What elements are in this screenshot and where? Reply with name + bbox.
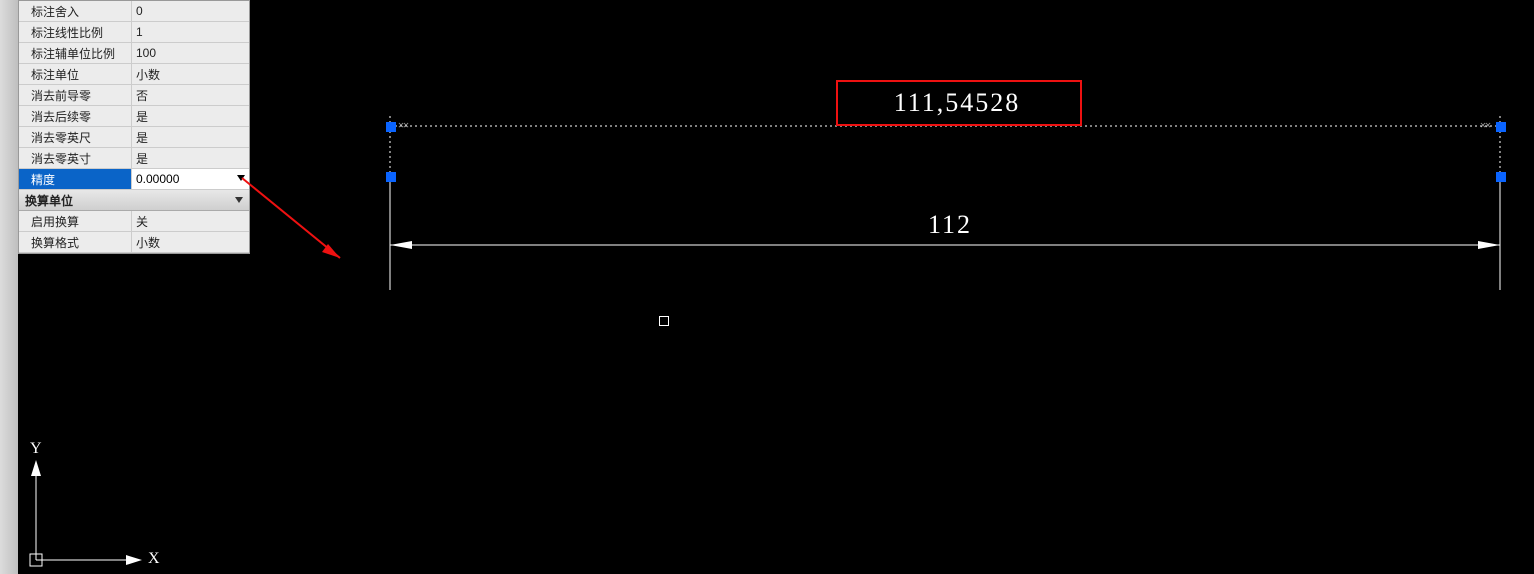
- prop-label: 消去零英尺: [19, 129, 131, 146]
- prop-label: 消去后续零: [19, 108, 131, 125]
- prop-row[interactable]: 消去后续零 是: [19, 106, 249, 127]
- prop-label: 标注舍入: [19, 3, 131, 20]
- prop-row[interactable]: 启用换算 关: [19, 211, 249, 232]
- dimension-text-1[interactable]: 111,54528: [840, 88, 1074, 118]
- prop-label: 标注辅单位比例: [19, 45, 131, 62]
- grip-handle[interactable]: [1496, 172, 1506, 182]
- axis-x-label: X: [148, 550, 160, 568]
- grip-marker: ✕✕: [1480, 120, 1490, 131]
- grip-handle[interactable]: [1496, 122, 1506, 132]
- precision-value: 0.00000: [136, 172, 179, 186]
- prop-row[interactable]: 消去零英尺 是: [19, 127, 249, 148]
- prop-label: 精度: [19, 171, 131, 188]
- prop-row[interactable]: 标注线性比例 1: [19, 22, 249, 43]
- prop-row-precision[interactable]: 精度 0.00000: [19, 169, 249, 190]
- prop-row[interactable]: 标注辅单位比例 100: [19, 43, 249, 64]
- prop-value[interactable]: 小数: [131, 64, 249, 84]
- prop-row[interactable]: 标注舍入 0: [19, 1, 249, 22]
- precision-dropdown[interactable]: 0.00000: [131, 169, 249, 189]
- properties-panel: 标注舍入 0 标注线性比例 1 标注辅单位比例 100 标注单位 小数 消去前导…: [18, 0, 250, 254]
- chevron-down-icon: [237, 175, 245, 181]
- prop-label: 标注单位: [19, 66, 131, 83]
- prop-row[interactable]: 标注单位 小数: [19, 64, 249, 85]
- prop-label: 消去前导零: [19, 87, 131, 104]
- dimension-text-2[interactable]: 112: [920, 210, 980, 240]
- prop-label: 消去零英寸: [19, 150, 131, 167]
- prop-value[interactable]: 0: [131, 1, 249, 21]
- cursor-pickbox: [659, 316, 669, 326]
- prop-value[interactable]: 小数: [131, 232, 249, 252]
- prop-value[interactable]: 是: [131, 148, 249, 168]
- prop-value[interactable]: 是: [131, 106, 249, 126]
- grip-marker: ✕✕: [398, 120, 408, 131]
- prop-value[interactable]: 是: [131, 127, 249, 147]
- prop-value[interactable]: 1: [131, 22, 249, 42]
- section-title: 换算单位: [25, 192, 73, 209]
- grip-handle[interactable]: [386, 122, 396, 132]
- prop-row[interactable]: 消去零英寸 是: [19, 148, 249, 169]
- prop-label: 标注线性比例: [19, 24, 131, 41]
- prop-row[interactable]: 换算格式 小数: [19, 232, 249, 253]
- prop-value[interactable]: 否: [131, 85, 249, 105]
- prop-label: 换算格式: [19, 234, 131, 251]
- prop-label: 启用换算: [19, 213, 131, 230]
- prop-row[interactable]: 消去前导零 否: [19, 85, 249, 106]
- section-header-conversion-units[interactable]: 换算单位: [19, 190, 249, 211]
- left-gutter: [0, 0, 18, 574]
- grip-handle[interactable]: [386, 172, 396, 182]
- axis-y-label: Y: [30, 440, 42, 458]
- chevron-down-icon: [235, 197, 243, 203]
- prop-value[interactable]: 关: [131, 211, 249, 231]
- prop-value[interactable]: 100: [131, 43, 249, 63]
